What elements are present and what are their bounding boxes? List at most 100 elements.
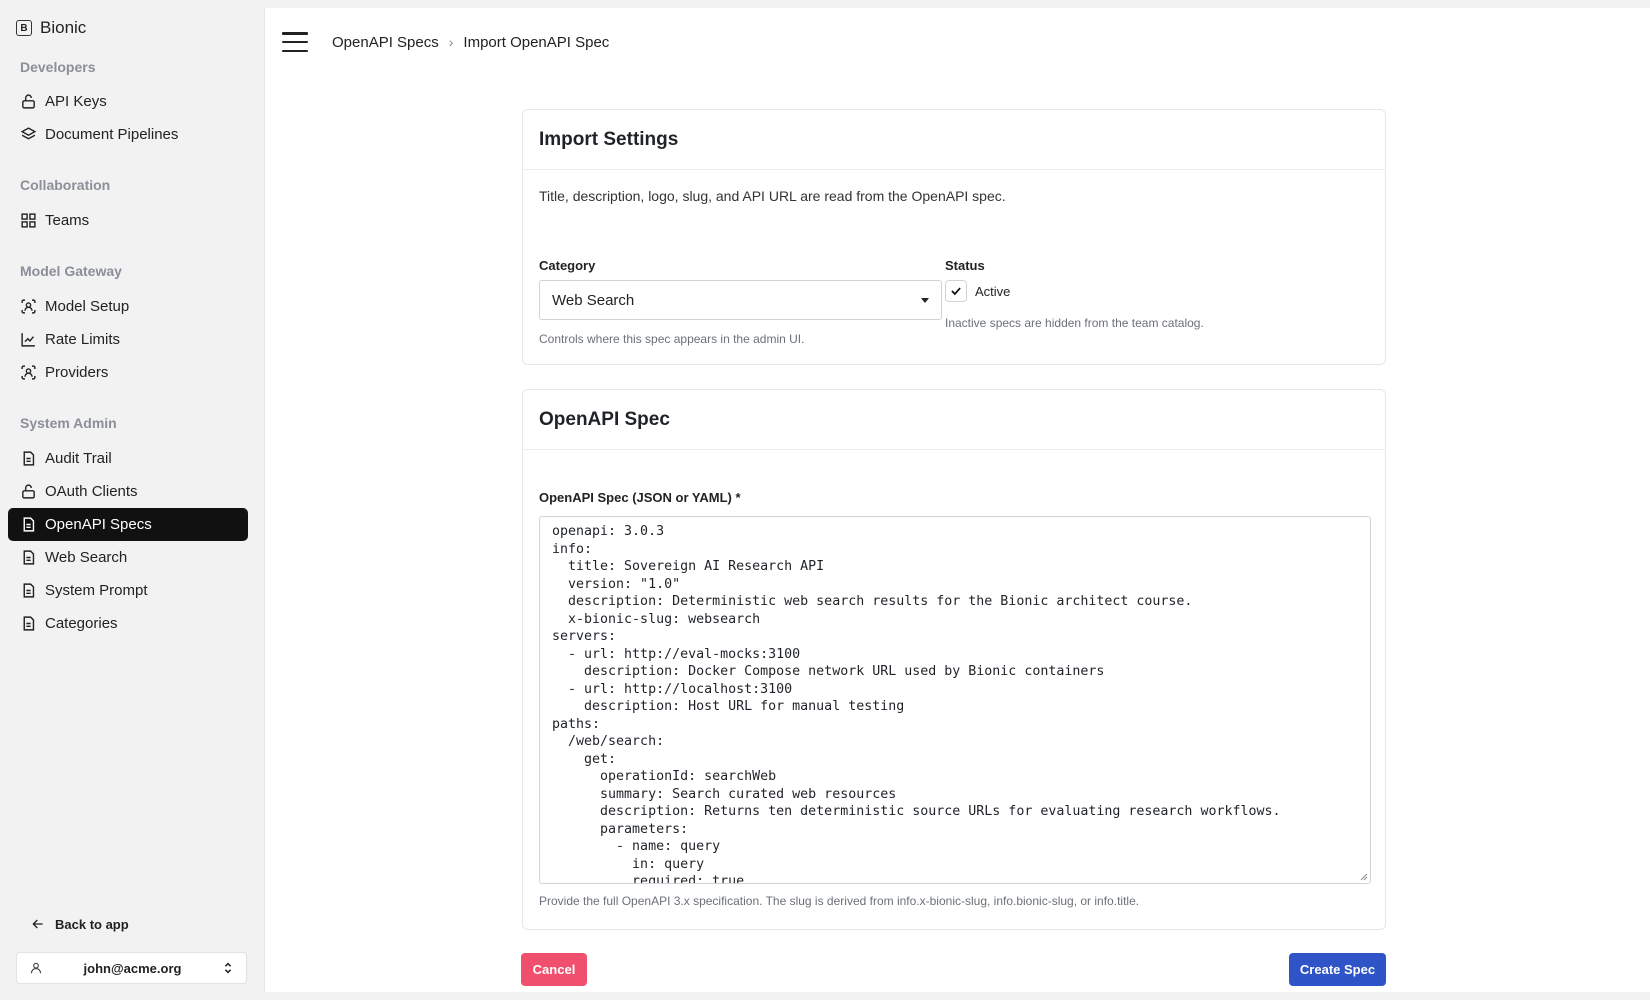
sidebar-item-label: Categories bbox=[45, 615, 118, 632]
section-title-model-gateway: Model Gateway bbox=[20, 263, 122, 279]
sidebar-item-label: OAuth Clients bbox=[45, 483, 138, 500]
section-title-developers: Developers bbox=[20, 59, 96, 75]
brand[interactable]: B Bionic bbox=[16, 18, 86, 38]
breadcrumb-parent-link[interactable]: OpenAPI Specs bbox=[332, 34, 439, 51]
sidebar-item-oauth-clients[interactable]: OAuth Clients bbox=[8, 475, 248, 508]
arrow-left-icon bbox=[32, 919, 43, 929]
sidebar-item-label: OpenAPI Specs bbox=[45, 516, 152, 533]
create-spec-button[interactable]: Create Spec bbox=[1289, 953, 1386, 986]
sidebar-item-model-setup[interactable]: Model Setup bbox=[8, 290, 248, 323]
topbar: OpenAPI Specs › Import OpenAPI Spec bbox=[265, 8, 1650, 76]
category-select-value: Web Search bbox=[552, 291, 635, 309]
sidebar-item-system-prompt[interactable]: System Prompt bbox=[8, 574, 248, 607]
sidebar-item-label: Audit Trail bbox=[45, 450, 112, 467]
file-icon bbox=[23, 550, 35, 565]
active-label[interactable]: Active bbox=[975, 284, 1010, 299]
caret-down-icon bbox=[921, 297, 929, 303]
code-line: /web/search: bbox=[552, 734, 665, 749]
code-line: required: true bbox=[552, 874, 745, 884]
code-line: servers: bbox=[552, 629, 617, 644]
section-title-collaboration: Collaboration bbox=[20, 177, 111, 193]
layers-icon bbox=[20, 127, 37, 140]
code-line: description: Docker Compose network URL … bbox=[552, 664, 1105, 679]
user-menu[interactable]: john@acme.org bbox=[16, 952, 247, 984]
sidebar-item-teams[interactable]: Teams bbox=[8, 204, 248, 237]
status-label: Status bbox=[945, 258, 985, 273]
status-help: Inactive specs are hidden from the team … bbox=[945, 316, 1204, 330]
category-label: Category bbox=[539, 258, 596, 273]
file-icon bbox=[23, 583, 35, 598]
code-line: openapi: 3.0.3 bbox=[552, 524, 665, 539]
sidebar-item-providers[interactable]: Providers bbox=[8, 356, 248, 389]
code-line: - name: query bbox=[552, 839, 721, 854]
user-icon bbox=[30, 962, 42, 974]
sidebar-item-document-pipelines[interactable]: Document Pipelines bbox=[8, 118, 248, 151]
sidebar-item-api-keys[interactable]: API Keys bbox=[8, 85, 248, 118]
code-line: - url: http://eval-mocks:3100 bbox=[552, 646, 801, 662]
code-line: - url: http://localhost:3100 bbox=[552, 681, 793, 697]
back-to-app-link[interactable]: Back to app bbox=[30, 916, 129, 932]
chevron-right-icon: › bbox=[448, 34, 454, 50]
user-email: john@acme.org bbox=[83, 960, 182, 976]
sidebar-item-label: API Keys bbox=[45, 93, 107, 110]
openapi-spec-title: OpenAPI Spec bbox=[523, 390, 1385, 450]
line-chart-icon bbox=[21, 333, 35, 347]
sidebar-item-label: Providers bbox=[45, 364, 109, 381]
menu-toggle-icon[interactable] bbox=[282, 32, 308, 52]
sidebar-item-label: System Prompt bbox=[45, 582, 148, 599]
code-line: in: query bbox=[552, 856, 705, 872]
section-title-system-admin: System Admin bbox=[20, 415, 117, 431]
code-line: x-bionic-slug: websearch bbox=[552, 611, 761, 627]
sidebar-item-label: Document Pipelines bbox=[45, 126, 179, 143]
sidebar-item-web-search[interactable]: Web Search bbox=[8, 541, 248, 574]
code-line: version: "1.0" bbox=[552, 576, 681, 592]
main-content: OpenAPI Specs › Import OpenAPI Spec Impo… bbox=[264, 8, 1650, 992]
code-line: paths: bbox=[552, 716, 601, 732]
cancel-button[interactable]: Cancel bbox=[521, 953, 587, 986]
code-line: summary: Search curated web resources bbox=[552, 786, 897, 802]
breadcrumb: OpenAPI Specs › Import OpenAPI Spec bbox=[332, 34, 609, 51]
lock-icon bbox=[22, 94, 35, 109]
code-line: operationId: searchWeb bbox=[552, 769, 777, 784]
app-name: Bionic bbox=[40, 18, 87, 37]
sidebar: B Bionic Developers API Keys Document Pi… bbox=[0, 0, 263, 1000]
code-line: description: Deterministic web search re… bbox=[552, 594, 1193, 609]
check-icon bbox=[951, 287, 961, 296]
grid-icon bbox=[21, 213, 36, 228]
import-settings-description: Title, description, logo, slug, and API … bbox=[539, 188, 1006, 204]
scan-face-icon bbox=[21, 365, 36, 380]
lock-icon bbox=[22, 484, 35, 499]
breadcrumb-current: Import OpenAPI Spec bbox=[463, 33, 610, 51]
sidebar-item-label: Teams bbox=[45, 212, 90, 229]
code-line: title: Sovereign AI Research API bbox=[552, 559, 825, 574]
import-settings-title: Import Settings bbox=[523, 110, 1385, 170]
openapi-spec-textarea[interactable]: openapi: 3.0.3 info: title: Sovereign AI… bbox=[539, 516, 1371, 884]
openapi-spec-help: Provide the full OpenAPI 3.x specificati… bbox=[539, 894, 1140, 908]
sidebar-item-label: Model Setup bbox=[45, 298, 130, 315]
import-settings-card: Import Settings Title, description, logo… bbox=[522, 109, 1386, 365]
sidebar-item-label: Rate Limits bbox=[45, 331, 121, 348]
sidebar-item-label: Web Search bbox=[45, 549, 128, 566]
scan-face-icon bbox=[21, 299, 36, 314]
code-line: description: Host URL for manual testing bbox=[552, 699, 905, 714]
code-line: parameters: bbox=[552, 821, 689, 837]
category-select[interactable]: Web Search bbox=[539, 280, 942, 320]
category-help: Controls where this spec appears in the … bbox=[539, 332, 805, 346]
openapi-spec-field-label: OpenAPI Spec (JSON or YAML) * bbox=[539, 490, 741, 505]
file-icon bbox=[23, 517, 35, 532]
active-checkbox[interactable] bbox=[945, 280, 967, 302]
code-line: description: Returns ten deterministic s… bbox=[552, 804, 1281, 819]
resize-handle-icon[interactable] bbox=[1358, 871, 1368, 881]
file-icon bbox=[23, 616, 35, 631]
sidebar-item-audit-trail[interactable]: Audit Trail bbox=[8, 442, 248, 475]
back-to-app-label: Back to app bbox=[55, 916, 129, 932]
logo-icon: B bbox=[16, 20, 32, 36]
openapi-spec-card: OpenAPI Spec OpenAPI Spec (JSON or YAML)… bbox=[522, 389, 1386, 930]
chevron-up-down-icon bbox=[224, 962, 232, 974]
code-line: get: bbox=[552, 751, 617, 767]
sidebar-item-openapi-specs[interactable]: OpenAPI Specs bbox=[8, 508, 248, 541]
sidebar-item-categories[interactable]: Categories bbox=[8, 607, 248, 640]
sidebar-item-rate-limits[interactable]: Rate Limits bbox=[8, 323, 248, 356]
file-icon bbox=[23, 451, 35, 466]
code-line: info: bbox=[552, 541, 593, 557]
